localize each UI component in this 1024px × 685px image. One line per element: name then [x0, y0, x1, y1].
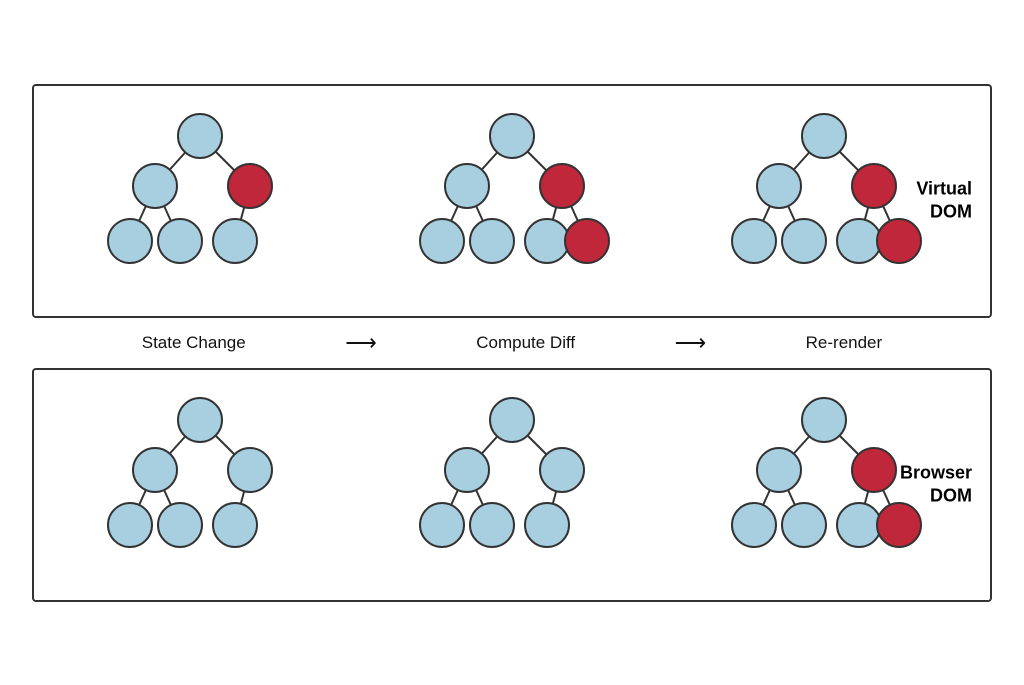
browser-dom-box: BrowserDOM [32, 368, 992, 602]
step-labels: State Change ⟶ Compute Diff ⟶ Re-render [32, 318, 992, 368]
state-change-label: State Change [142, 333, 246, 353]
virtual-dom-tree-1 [90, 106, 310, 296]
arrow-2: ⟶ [675, 332, 707, 354]
re-render-label: Re-render [806, 333, 883, 353]
re-render-step: Re-render [806, 333, 883, 353]
browser-dom-tree-1 [90, 390, 310, 580]
compute-diff-step: Compute Diff [476, 333, 575, 353]
browser-dom-label: BrowserDOM [900, 461, 972, 508]
virtual-dom-label: VirtualDOM [916, 177, 972, 224]
arrow-right-2: ⟶ [675, 332, 707, 354]
virtual-dom-tree-3 [714, 106, 934, 296]
arrow-right-1: ⟶ [345, 332, 377, 354]
virtual-dom-tree-2 [402, 106, 622, 296]
arrow-1: ⟶ [345, 332, 377, 354]
main-container: VirtualDOM State Change ⟶ Compute Diff ⟶… [32, 84, 992, 602]
virtual-dom-box: VirtualDOM [32, 84, 992, 318]
browser-dom-tree-2 [402, 390, 622, 580]
compute-diff-label: Compute Diff [476, 333, 575, 353]
state-change-step: State Change [142, 333, 246, 353]
